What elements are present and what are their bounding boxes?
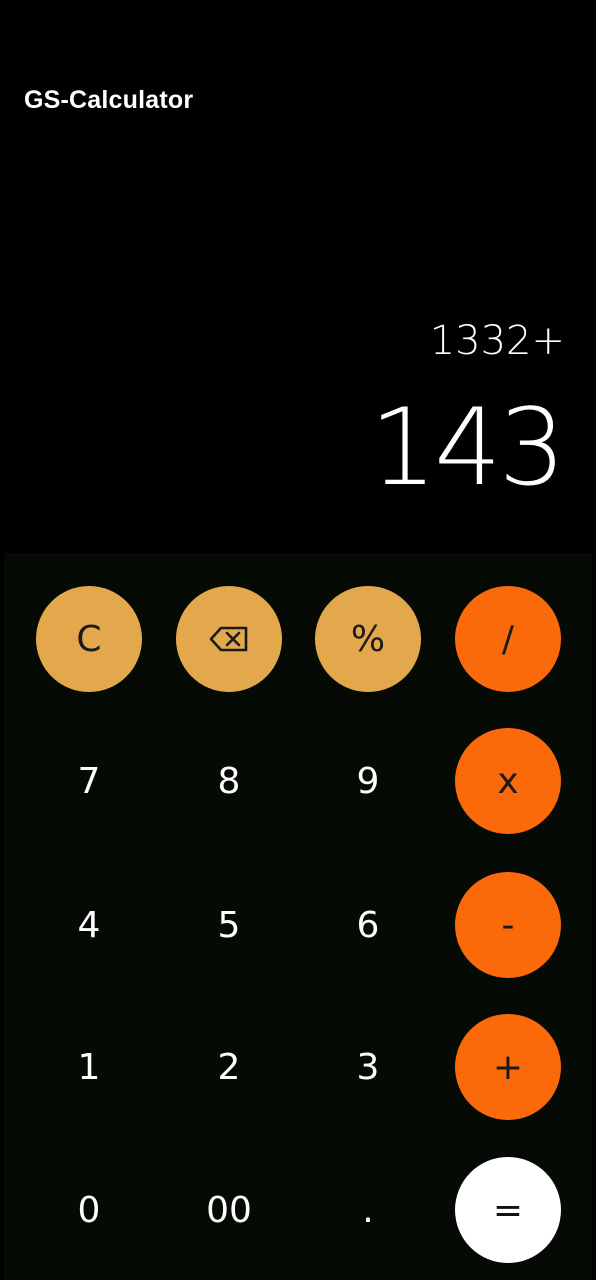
digit-3-button[interactable]: 3 — [315, 1014, 421, 1120]
digit-8-button[interactable]: 8 — [176, 728, 282, 834]
digit-6-button[interactable]: 6 — [315, 872, 421, 978]
expression-display: 1332+ — [429, 318, 565, 364]
equals-button[interactable]: = — [455, 1157, 561, 1263]
percent-button[interactable]: % — [315, 586, 421, 692]
divide-button[interactable]: / — [455, 586, 561, 692]
result-display: 143 — [369, 386, 566, 509]
app-title: GS-Calculator — [24, 86, 194, 114]
multiply-button[interactable]: x — [455, 728, 561, 834]
digit-5-button[interactable]: 5 — [176, 872, 282, 978]
add-button[interactable]: + — [455, 1014, 561, 1120]
keypad: C % / 7 8 9 x 4 5 6 - 1 2 3 + 0 00 . = — [4, 553, 592, 1280]
digit-7-button[interactable]: 7 — [36, 728, 142, 834]
digit-1-button[interactable]: 1 — [36, 1014, 142, 1120]
backspace-icon — [209, 626, 249, 652]
digit-9-button[interactable]: 9 — [315, 728, 421, 834]
decimal-button[interactable]: . — [315, 1157, 421, 1263]
digit-0-button[interactable]: 0 — [36, 1157, 142, 1263]
clear-button[interactable]: C — [36, 586, 142, 692]
subtract-button[interactable]: - — [455, 872, 561, 978]
backspace-button[interactable] — [176, 586, 282, 692]
display-area: GS-Calculator 1332+ 143 — [0, 0, 596, 553]
digit-2-button[interactable]: 2 — [176, 1014, 282, 1120]
digit-4-button[interactable]: 4 — [36, 872, 142, 978]
double-zero-button[interactable]: 00 — [176, 1157, 282, 1263]
